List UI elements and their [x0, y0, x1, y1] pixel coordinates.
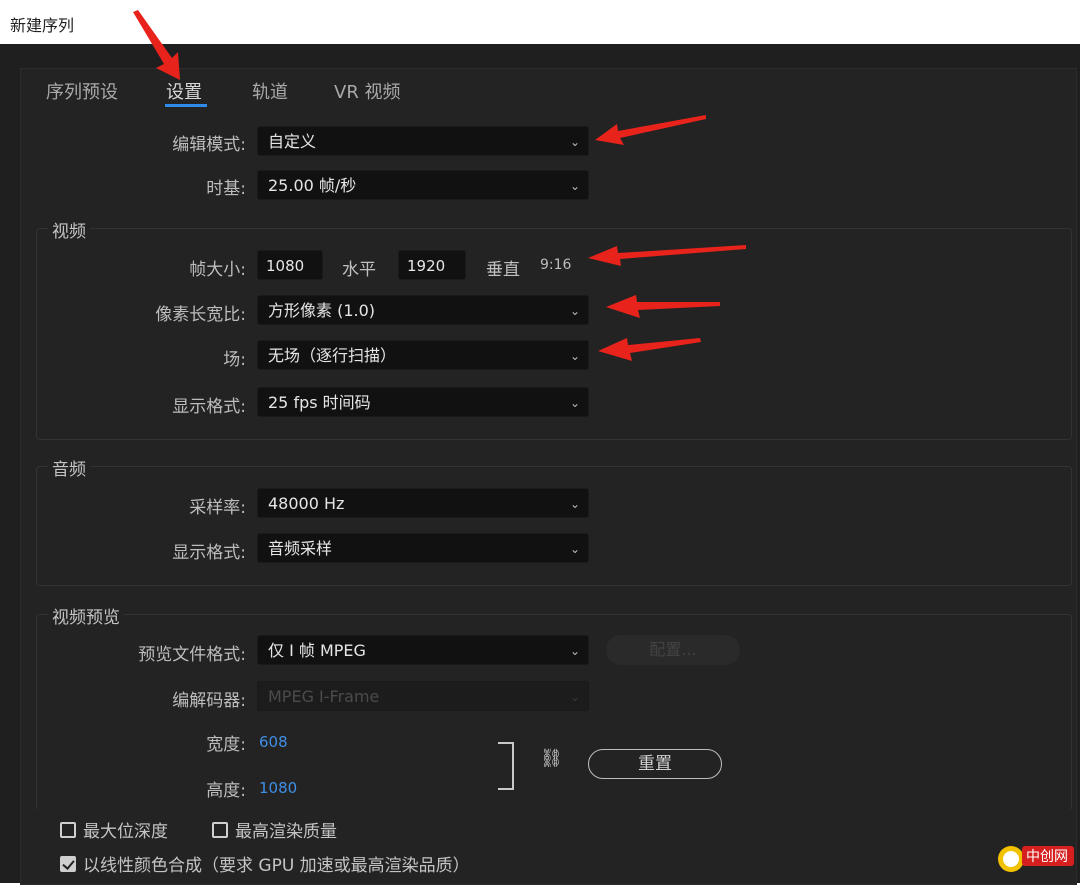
annotation-arrows — [133, 10, 746, 361]
arrow-to-edit-mode — [595, 115, 706, 145]
arrow-to-pixel-aspect — [606, 295, 720, 318]
arrow-to-fields — [598, 338, 701, 361]
watermark-logo-text: 中创网 — [1026, 849, 1068, 865]
arrow-to-settings-tab — [133, 10, 180, 80]
arrow-to-frame-size — [588, 245, 746, 266]
watermark-logo: 中创网 — [998, 846, 1074, 872]
